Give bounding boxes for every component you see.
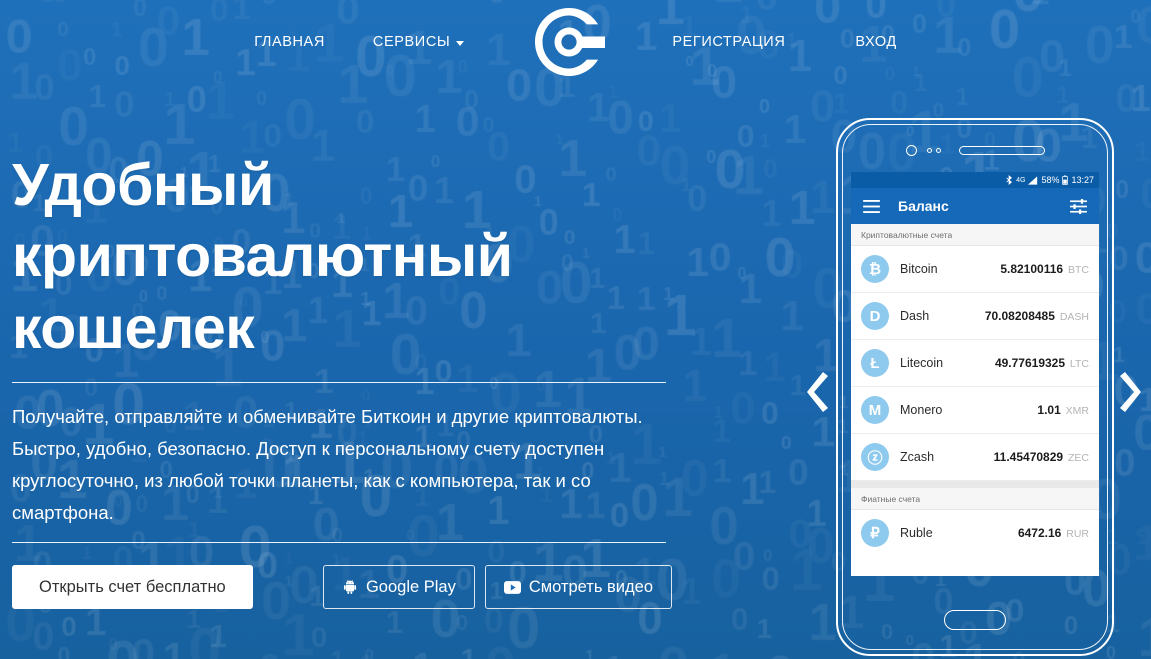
coin-btc-icon: ₿: [861, 255, 889, 283]
account-row[interactable]: ₿ Bitcoin 5.82100116 BTC: [851, 246, 1099, 293]
account-ticker: DASH: [1056, 311, 1089, 323]
cryptocurrency-c-logo-icon: [535, 8, 606, 76]
top-navigation: ГЛАВНАЯ СЕРВИСЫ РЕГИСТРАЦИЯ ВХОД: [0, 0, 1151, 84]
account-balance: 1.01 XMR: [1037, 403, 1089, 417]
carousel-prev-button[interactable]: [806, 372, 832, 412]
clock-label: 13:27: [1071, 175, 1094, 185]
account-row[interactable]: D Dash 70.08208485 DASH: [851, 293, 1099, 340]
youtube-play-icon: [503, 581, 521, 594]
hamburger-menu-icon[interactable]: [863, 199, 880, 213]
battery-icon: [1062, 175, 1069, 185]
carousel-next-button[interactable]: [1116, 372, 1142, 412]
account-name: Monero: [900, 403, 943, 417]
page-title: Удобный криптовалютный кошелек: [12, 152, 513, 361]
earpiece-speaker: [958, 145, 1045, 155]
chevron-left-icon: [807, 372, 828, 412]
phone-mockup: 4G 58% 13:27 Баланс Криптовалютные счета…: [836, 118, 1114, 656]
hero-description: Получайте, отправляйте и обменивайте Бит…: [12, 406, 643, 523]
accounts-section-header: Криптовалютные счета: [851, 224, 1099, 246]
phone-screen: 4G 58% 13:27 Баланс Криптовалютные счета…: [851, 172, 1099, 576]
signal-bars-icon: [1028, 175, 1038, 185]
account-ticker: BTC: [1065, 264, 1089, 276]
account-row[interactable]: ⓩ Zcash 11.45470829 ZEC: [851, 434, 1099, 481]
hero-cta-row: Открыть счет бесплатно Google Play Смотр…: [12, 565, 672, 610]
account-row[interactable]: ₽ Ruble 6472.16 RUR: [851, 510, 1099, 556]
account-name: Ruble: [900, 526, 933, 540]
tune-sliders-icon[interactable]: [1070, 198, 1087, 214]
account-ticker: RUR: [1063, 528, 1089, 540]
phone-home-button[interactable]: [944, 610, 1006, 630]
hero-divider-bottom: [12, 542, 666, 544]
coin-rur-icon: ₽: [861, 519, 889, 547]
account-balance: 70.08208485 DASH: [984, 309, 1089, 323]
front-camera-icon: [905, 144, 917, 156]
android-icon: [342, 579, 358, 595]
open-account-button[interactable]: Открыть счет бесплатно: [12, 565, 253, 610]
chevron-right-icon: [1120, 372, 1141, 412]
coin-xmr-icon: M: [861, 396, 889, 424]
account-row[interactable]: M Monero 1.01 XMR: [851, 387, 1099, 434]
site-logo[interactable]: [526, 0, 612, 84]
nav-item-home-label: ГЛАВНАЯ: [254, 34, 325, 50]
account-name: Bitcoin: [900, 262, 938, 276]
google-play-button[interactable]: Google Play: [322, 565, 475, 610]
account-balance: 6472.16 RUR: [1017, 526, 1089, 540]
watch-video-button-label: Смотреть видео: [528, 577, 653, 596]
coin-zec-icon: ⓩ: [861, 443, 889, 471]
account-balance: 5.82100116 BTC: [1000, 262, 1089, 276]
phone-top-hardware: [836, 138, 1114, 162]
bluetooth-icon: [1006, 175, 1013, 185]
hero-section: Удобный криптовалютный кошелек Получайте…: [12, 150, 672, 610]
account-balance: 11.45470829 ZEC: [993, 450, 1089, 464]
accounts-list: Криптовалютные счета ₿ Bitcoin 5.82100116 B…: [851, 224, 1099, 556]
coin-ltc-icon: Ł: [861, 349, 889, 377]
nav-item-services-label: СЕРВИСЫ: [372, 34, 451, 50]
nav-item-home[interactable]: ГЛАВНАЯ: [254, 34, 325, 50]
accounts-section-header: Фиатные счета: [851, 488, 1099, 510]
account-ticker: ZEC: [1065, 452, 1089, 464]
android-status-bar: 4G 58% 13:27: [851, 172, 1099, 188]
account-name: Litecoin: [900, 356, 944, 370]
battery-percent-label: 58%: [1041, 175, 1060, 185]
hero-divider-top: [12, 382, 666, 384]
account-balance: 49.77619325 LTC: [994, 356, 1089, 370]
section-separator: [851, 481, 1099, 488]
nav-item-login[interactable]: ВХОД: [855, 34, 896, 50]
light-sensor-icon: [935, 147, 941, 153]
nav-item-login-label: ВХОД: [855, 34, 897, 50]
phone-sensors: [926, 147, 941, 153]
nav-item-services[interactable]: СЕРВИСЫ: [372, 34, 465, 50]
watch-video-button[interactable]: Смотреть видео: [484, 565, 672, 610]
network-type-label: 4G: [1016, 176, 1026, 184]
coin-dash-icon: D: [861, 302, 889, 330]
nav-item-register[interactable]: РЕГИСТРАЦИЯ: [672, 34, 785, 50]
open-account-button-label: Открыть счет бесплатно: [39, 577, 226, 596]
account-name: Dash: [900, 309, 930, 323]
chevron-down-icon: [456, 40, 465, 46]
proximity-sensor-icon: [926, 147, 932, 153]
account-name: Zcash: [900, 450, 935, 464]
account-ticker: LTC: [1067, 358, 1089, 370]
account-row[interactable]: Ł Litecoin 49.77619325 LTC: [851, 340, 1099, 387]
nav-item-register-label: РЕГИСТРАЦИЯ: [672, 34, 786, 50]
app-bar-title: Баланс: [898, 198, 949, 214]
google-play-button-label: Google Play: [365, 577, 456, 596]
account-ticker: XMR: [1062, 405, 1089, 417]
app-bar: Баланс: [851, 188, 1099, 224]
